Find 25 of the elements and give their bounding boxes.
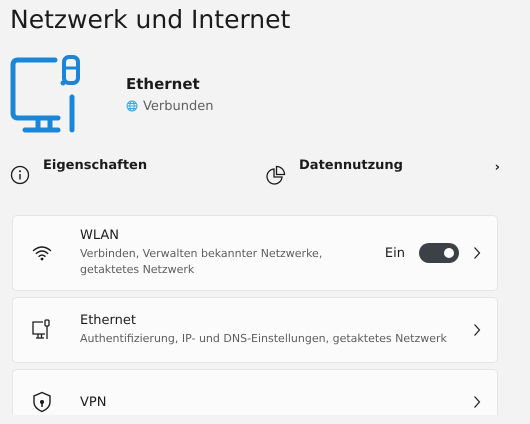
info-icon <box>10 165 30 185</box>
quick-link[interactable]: Datennutzung <box>299 158 403 173</box>
computer-network-icon <box>10 55 80 133</box>
chevron-icon <box>473 323 481 337</box>
card-title: WLAN <box>80 228 120 243</box>
card-title: Ethernet <box>80 313 137 328</box>
globe-icon <box>126 100 138 112</box>
connection-status: Verbunden <box>143 98 214 114</box>
wifi-icon <box>32 245 52 261</box>
pie-chart-icon <box>266 165 286 185</box>
settings-card[interactable]: VPN <box>12 369 498 415</box>
card-description: Authentifizierung, IP- und DNS-Einstellungen, getaktetes Netzwerk <box>80 331 448 347</box>
connection-name: Ethernet <box>126 74 201 92</box>
quick-link[interactable]: Eigenschaften <box>43 158 148 173</box>
chevron-icon <box>473 395 481 409</box>
toggle-state: Ein <box>384 246 405 260</box>
toggle-switch[interactable] <box>419 243 459 263</box>
card-description: Verbinden, Verwalten bekannter Netzwerke, getaktetes Netzwerk <box>80 246 324 278</box>
chevron-icon[interactable]: › <box>494 158 500 178</box>
page-title: Netzwerk und Internet <box>10 4 292 36</box>
settings-card[interactable]: Ethernet Authentifizierung, IP- und DNS-Einstellungen, getaktetes Netzwerk <box>12 297 498 363</box>
shield-icon <box>32 391 52 413</box>
chevron-icon <box>473 246 481 260</box>
settings-card[interactable]: WLAN Verbinden, Verwalten bekannter Netzwerke, getaktetes Netzwerk Ein <box>12 215 498 291</box>
card-title: VPN <box>80 394 108 410</box>
